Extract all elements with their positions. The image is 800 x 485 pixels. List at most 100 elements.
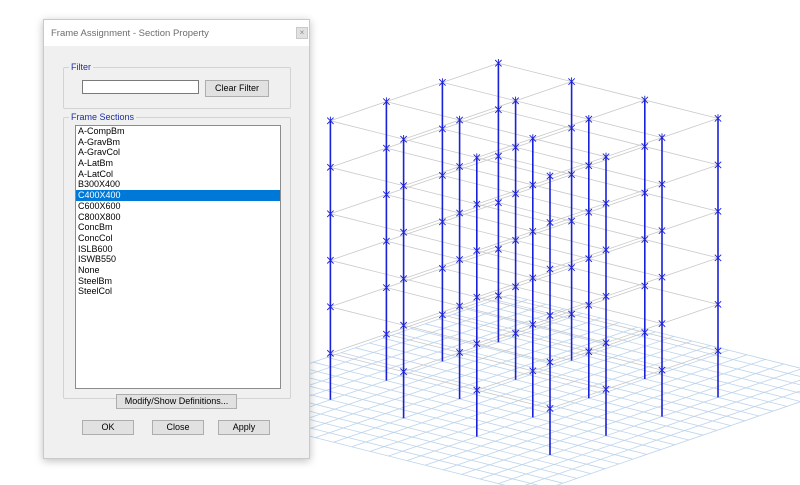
- grid-line: [479, 368, 800, 480]
- joint-marker: [400, 181, 408, 190]
- close-icon[interactable]: ×: [296, 27, 308, 39]
- section-list-item[interactable]: SteelBm: [76, 276, 280, 287]
- section-list-item[interactable]: B300X400: [76, 179, 280, 190]
- beam-line: [549, 211, 719, 270]
- joint-marker: [382, 97, 390, 106]
- grid-line: [411, 328, 759, 417]
- clear-filter-button[interactable]: Clear Filter: [205, 80, 269, 97]
- section-list-item[interactable]: A-GravBm: [76, 137, 280, 148]
- joint-marker: [529, 180, 537, 190]
- section-list-item[interactable]: C600X600: [76, 201, 280, 212]
- joint-marker: [400, 135, 408, 144]
- joint-marker: [456, 208, 464, 218]
- grid-line: [439, 318, 787, 407]
- joint-marker: [641, 281, 649, 291]
- joint-marker: [658, 272, 666, 282]
- close-button[interactable]: Close: [152, 420, 204, 435]
- beam-line: [330, 62, 499, 122]
- joint-marker: [438, 171, 446, 180]
- joint-marker: [568, 170, 576, 179]
- grid-line: [509, 294, 800, 369]
- frame-sections-label: Frame Sections: [69, 112, 137, 122]
- beam-line: [403, 81, 572, 140]
- joint-marker: [529, 320, 537, 329]
- section-list-item[interactable]: ISWB550: [76, 254, 280, 265]
- frame-columns[interactable]: [329, 63, 719, 455]
- joint-marker: [438, 78, 446, 87]
- joint-marker: [326, 256, 334, 265]
- grid-line: [443, 359, 766, 471]
- joint-marker: [641, 235, 649, 244]
- joint-marker: [641, 188, 649, 198]
- filter-group-label: Filter: [69, 62, 93, 72]
- joint-marker: [546, 218, 554, 227]
- beam-line: [330, 352, 551, 409]
- section-list-item[interactable]: None: [76, 265, 280, 276]
- dialog-title: Frame Assignment - Section Property: [51, 28, 209, 39]
- beam-line: [498, 62, 719, 119]
- joint-marker: [602, 199, 610, 208]
- joint-marker: [568, 77, 576, 86]
- grid-line: [313, 361, 661, 450]
- joint-marker: [382, 329, 390, 339]
- title-bar[interactable]: Frame Assignment - Section Property ×: [44, 20, 309, 46]
- joint-marker: [568, 263, 576, 272]
- section-list-item[interactable]: A-GravCol: [76, 147, 280, 158]
- joint-marker: [326, 209, 334, 218]
- joint-marker: [658, 179, 666, 189]
- joint-marker: [494, 245, 502, 254]
- joint-marker: [512, 236, 520, 245]
- section-list-item[interactable]: ConcBm: [76, 222, 280, 233]
- modify-show-definitions-button[interactable]: Modify/Show Definitions...: [116, 394, 237, 409]
- beam-line: [549, 304, 719, 363]
- joint-marker: [641, 95, 649, 105]
- section-list-item[interactable]: ConcCol: [76, 233, 280, 244]
- joint-marker: [546, 264, 554, 274]
- grid-line: [355, 347, 703, 436]
- filter-input[interactable]: [82, 80, 199, 94]
- joint-marker: [529, 273, 537, 283]
- joint-marker: [512, 143, 520, 152]
- joint-marker: [400, 321, 408, 330]
- joint-marker: [602, 338, 610, 347]
- joint-marker: [585, 161, 593, 170]
- section-list-item[interactable]: A-LatCol: [76, 169, 280, 180]
- grid-line: [481, 304, 800, 386]
- beam-line: [330, 202, 499, 261]
- beam-line: [403, 174, 572, 233]
- section-list-item[interactable]: SteelCol: [76, 286, 280, 297]
- section-list-item[interactable]: ISLB600: [76, 244, 280, 255]
- joint-marker: [473, 292, 481, 302]
- joint-marker: [473, 153, 481, 162]
- joint-marker: [602, 245, 610, 254]
- filter-group: Filter Clear Filter: [63, 62, 291, 109]
- joint-marker: [473, 246, 481, 255]
- joint-marker: [568, 123, 576, 133]
- joint-marker: [473, 339, 481, 348]
- grid-line: [299, 366, 647, 455]
- grid-line: [383, 337, 731, 426]
- joint-marker: [456, 301, 464, 311]
- joint-marker: [641, 142, 649, 151]
- joint-marker: [382, 236, 390, 246]
- grid-line: [406, 349, 729, 461]
- joint-marker: [456, 115, 464, 125]
- joint-marker: [585, 254, 593, 263]
- joint-marker: [714, 207, 722, 216]
- beam-line: [476, 99, 645, 158]
- ok-button[interactable]: OK: [82, 420, 134, 435]
- section-list-item[interactable]: A-CompBm: [76, 126, 280, 137]
- section-list-item[interactable]: C800X800: [76, 212, 280, 223]
- joint-marker: [546, 357, 554, 367]
- beam-line: [386, 333, 607, 390]
- joint-marker: [438, 310, 446, 320]
- section-list-item[interactable]: C400X400: [76, 190, 280, 201]
- joint-marker: [585, 208, 593, 217]
- frame-sections-list[interactable]: A-CompBm A-GravBm A-GravCol A-LatBm A-LatCol…: [75, 125, 281, 389]
- joint-marker: [512, 96, 520, 105]
- section-list-item[interactable]: A-LatBm: [76, 158, 280, 169]
- joint-marker: [326, 163, 334, 172]
- joint-marker: [494, 59, 502, 68]
- apply-button[interactable]: Apply: [218, 420, 270, 435]
- grid-line: [424, 354, 748, 466]
